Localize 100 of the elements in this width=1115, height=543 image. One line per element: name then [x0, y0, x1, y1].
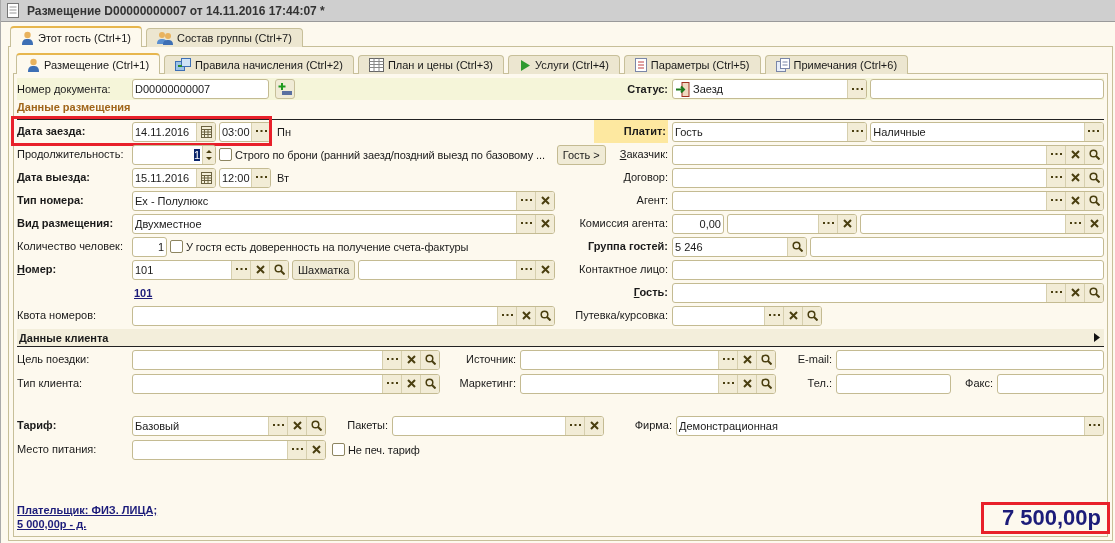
input-field[interactable] [132, 439, 326, 460]
input-field[interactable]: 14.11.2016 [132, 121, 216, 142]
input-field[interactable] [392, 415, 604, 436]
clear-button[interactable] [306, 440, 325, 459]
tab[interactable]: Правила начисления (Ctrl+2) [164, 55, 354, 74]
select-button[interactable] [1084, 122, 1103, 141]
input-field[interactable]: 1 [132, 236, 167, 257]
input-field[interactable]: Двухместное [132, 213, 555, 234]
select-button[interactable] [516, 260, 535, 279]
input-field[interactable]: Наличные [870, 121, 1104, 142]
input-field[interactable] [997, 373, 1104, 394]
select-button[interactable] [268, 416, 287, 435]
tab[interactable]: Состав группы (Ctrl+7) [146, 28, 303, 47]
search-button[interactable] [1084, 283, 1103, 302]
select-button[interactable] [818, 214, 837, 233]
search-button[interactable] [306, 416, 325, 435]
status-field[interactable]: Заезд [672, 79, 868, 99]
input-field[interactable] [520, 349, 776, 370]
tab[interactable]: Услуги (Ctrl+4) [508, 55, 620, 74]
input-field[interactable]: 12:00 [219, 167, 271, 188]
select-button[interactable] [847, 122, 867, 141]
spin-arrows-icon[interactable] [202, 145, 215, 164]
input-field[interactable] [836, 373, 951, 394]
clear-button[interactable] [535, 214, 554, 233]
search-button[interactable] [787, 237, 806, 256]
select-button[interactable] [718, 350, 737, 369]
search-button[interactable] [420, 350, 439, 369]
clear-button[interactable] [401, 350, 420, 369]
input-field[interactable] [870, 79, 1104, 99]
select-button[interactable] [251, 168, 270, 187]
calendar-button[interactable] [196, 122, 215, 141]
action-button[interactable]: Шахматка [292, 259, 356, 280]
select-button[interactable] [847, 80, 867, 98]
input-field[interactable] [132, 373, 440, 394]
search-button[interactable] [1084, 145, 1103, 164]
select-button[interactable] [382, 350, 401, 369]
clear-button[interactable] [535, 191, 554, 210]
input-field[interactable]: 03:00 [219, 121, 271, 142]
select-button[interactable] [1046, 191, 1065, 210]
input-field[interactable] [672, 167, 1104, 188]
payer-link[interactable]: 5 000,00р - д. [17, 517, 158, 531]
input-field[interactable] [672, 259, 1104, 280]
search-button[interactable] [420, 374, 439, 393]
select-button[interactable] [382, 374, 401, 393]
select-button[interactable] [1046, 283, 1065, 302]
spin-field[interactable]: 1 [132, 144, 216, 165]
input-field[interactable]: 101 [132, 259, 289, 280]
clear-button[interactable] [737, 350, 756, 369]
input-field[interactable]: Гость [672, 121, 868, 142]
select-button[interactable] [1084, 416, 1103, 435]
select-button[interactable] [287, 440, 306, 459]
expand-arrow-icon[interactable] [1094, 333, 1100, 342]
input-field[interactable] [727, 213, 857, 234]
input-field[interactable]: Ex - Полулюкс [132, 190, 555, 211]
select-button[interactable] [231, 260, 250, 279]
input-field[interactable]: D00000000007 [132, 79, 269, 99]
tab[interactable]: Этот гость (Ctrl+1) [10, 26, 142, 47]
clear-button[interactable] [1065, 283, 1084, 302]
clear-button[interactable] [287, 416, 306, 435]
input-field[interactable] [860, 213, 1104, 234]
input-field[interactable] [132, 349, 440, 370]
input-field[interactable] [132, 305, 555, 326]
select-button[interactable] [516, 214, 535, 233]
input-field[interactable] [672, 282, 1104, 303]
checkbox[interactable] [332, 443, 345, 456]
tab[interactable]: Размещение (Ctrl+1) [16, 53, 161, 74]
clear-button[interactable] [737, 374, 756, 393]
tab[interactable]: Примечания (Ctrl+6) [764, 55, 909, 74]
input-field[interactable] [836, 349, 1104, 370]
input-field[interactable] [672, 190, 1104, 211]
clear-button[interactable] [1084, 214, 1103, 233]
search-button[interactable] [1084, 168, 1103, 187]
clear-button[interactable] [1065, 168, 1084, 187]
select-button[interactable] [565, 416, 584, 435]
input-field[interactable] [358, 259, 555, 280]
select-button[interactable] [516, 191, 535, 210]
tab[interactable]: Параметры (Ctrl+5) [623, 55, 761, 74]
select-button[interactable] [1046, 145, 1065, 164]
search-button[interactable] [269, 260, 288, 279]
search-button[interactable] [1084, 191, 1103, 210]
clear-button[interactable] [516, 306, 535, 325]
input-field[interactable] [520, 373, 776, 394]
room-link[interactable]: 101 [134, 286, 153, 299]
calendar-button[interactable] [196, 168, 215, 187]
checkbox[interactable] [170, 240, 183, 253]
search-button[interactable] [756, 350, 775, 369]
input-field[interactable]: 15.11.2016 [132, 167, 216, 188]
clear-button[interactable] [1065, 191, 1084, 210]
search-button[interactable] [756, 374, 775, 393]
clear-button[interactable] [401, 374, 420, 393]
add-button[interactable] [275, 79, 295, 99]
select-button[interactable] [764, 306, 783, 325]
select-button[interactable] [497, 306, 516, 325]
select-button[interactable] [718, 374, 737, 393]
input-field[interactable]: 0,00 [672, 213, 724, 234]
clear-button[interactable] [535, 260, 554, 279]
search-button[interactable] [535, 306, 554, 325]
input-field[interactable]: Базовый [132, 415, 326, 436]
payer-link[interactable]: Плательщик: ФИЗ. ЛИЦА; [17, 503, 158, 517]
guest-button[interactable]: Гость > [556, 144, 606, 165]
